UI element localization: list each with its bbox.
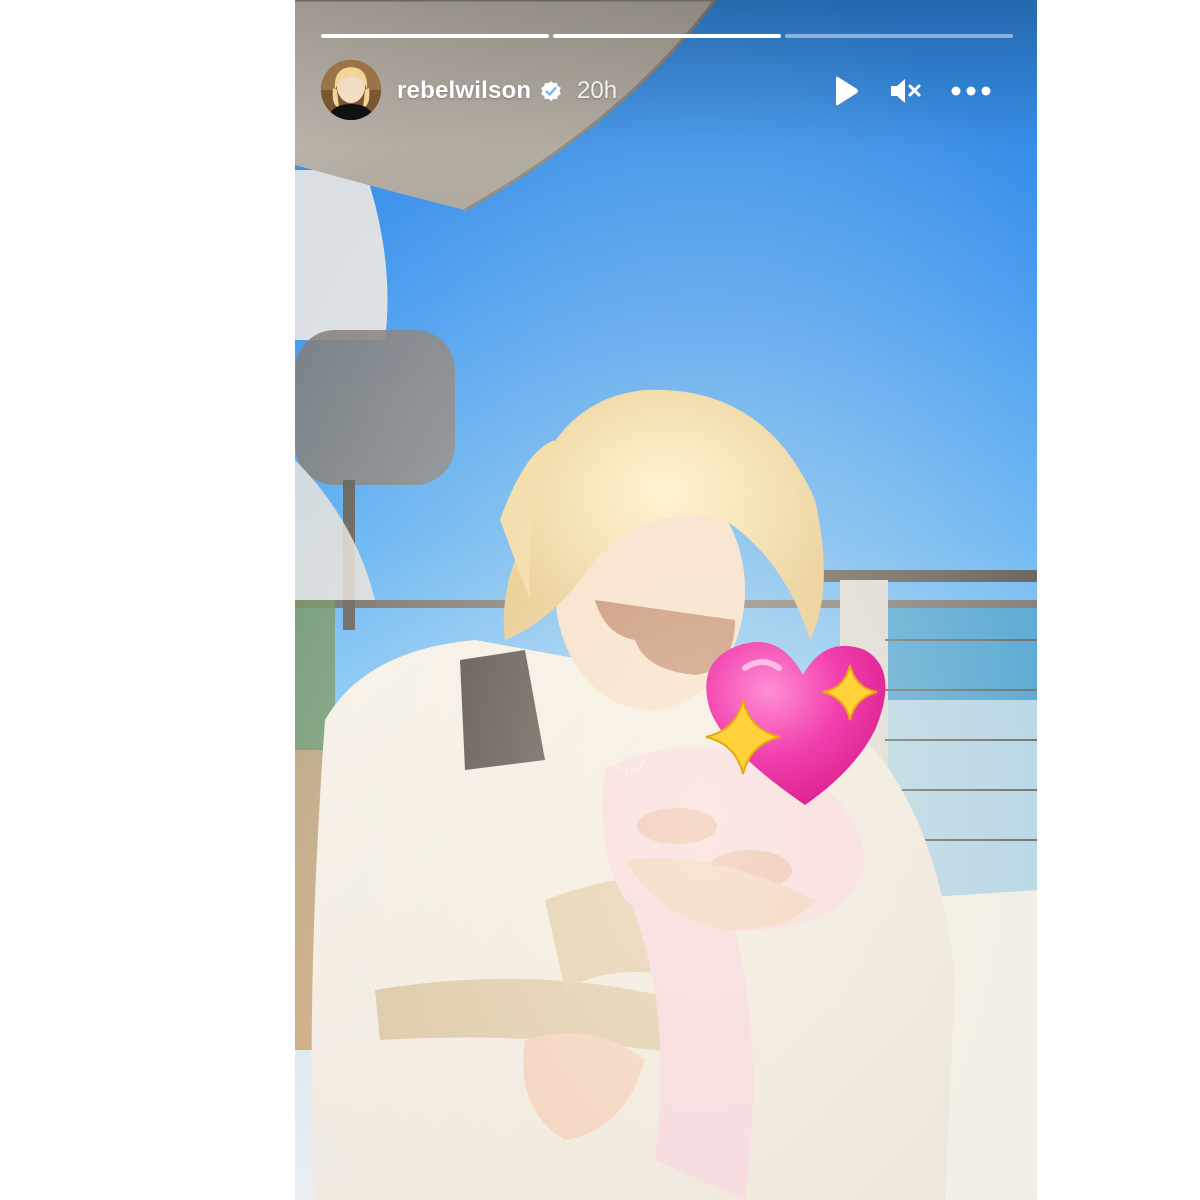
progress-segment-2	[553, 34, 781, 38]
muted-speaker-icon[interactable]	[887, 73, 923, 109]
avatar-image	[321, 60, 381, 120]
username[interactable]: rebelwilson	[397, 77, 531, 105]
story-header: rebelwilson 20h	[321, 60, 1013, 122]
story-viewer[interactable]: rebelwilson 20h	[295, 0, 1037, 1200]
progress-segment-1	[321, 34, 549, 38]
avatar[interactable]	[321, 60, 381, 120]
progress-segment-3	[785, 34, 1013, 38]
story-progress-bar	[321, 34, 1013, 38]
post-time: 20h	[577, 77, 618, 104]
play-icon[interactable]	[827, 73, 863, 109]
verified-badge-icon	[541, 81, 561, 101]
story-photo	[295, 0, 1037, 1200]
more-options-icon[interactable]	[949, 73, 993, 109]
